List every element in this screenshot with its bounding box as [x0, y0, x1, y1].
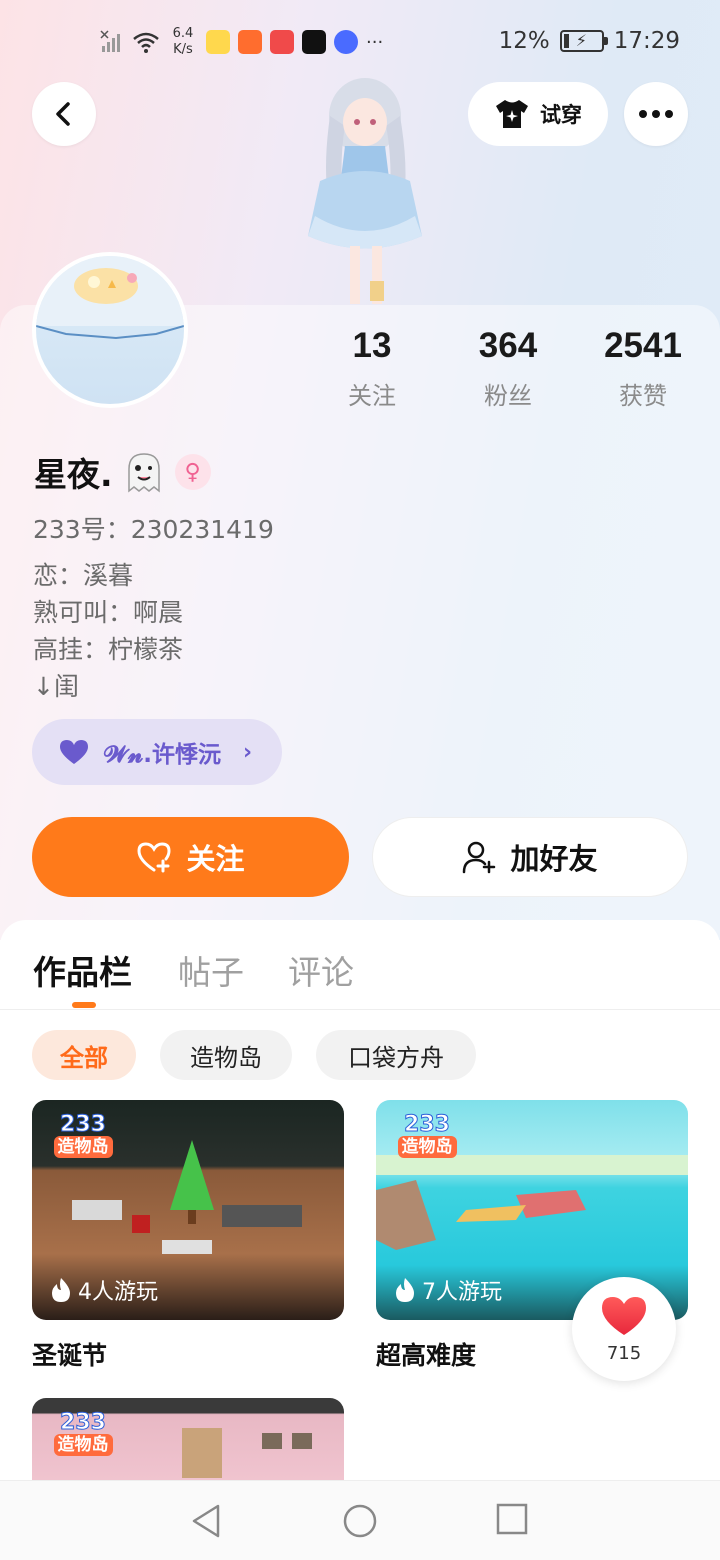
bio-line: 恋：溪暮: [33, 561, 134, 590]
stat-value: 364: [478, 326, 538, 365]
back-nav-icon[interactable]: [190, 1503, 222, 1539]
heart-icon: [60, 740, 88, 764]
follow-label: 关注: [186, 842, 245, 876]
chevron-right-icon: ›: [242, 739, 253, 765]
avatar-image: [36, 256, 184, 340]
weibo-app-icon: [206, 30, 230, 54]
back-button[interactable]: [32, 82, 96, 146]
tshirt-sparkle-icon: [496, 100, 528, 128]
username: 星夜.: [34, 455, 113, 494]
battery-percentage: 12%: [498, 28, 550, 54]
heart-icon: [602, 1296, 646, 1335]
work-card[interactable]: 233 造物岛 4人游玩 圣诞节: [32, 1100, 344, 1372]
try-on-button[interactable]: 试穿: [468, 82, 608, 146]
more-options-button[interactable]: [624, 82, 688, 146]
more-dots-icon: [639, 110, 673, 118]
heart-plus-icon: [137, 842, 171, 873]
more-notifications-indicator: ···: [366, 31, 384, 53]
stat-value: 2541: [604, 326, 682, 365]
try-on-label: 试穿: [540, 103, 582, 127]
add-friend-button[interactable]: 加好友: [372, 817, 688, 897]
creation-island-logo: 233 造物岛: [48, 1411, 118, 1462]
stat-value: 13: [352, 326, 392, 365]
bio-line: 熟可叫：啊晨: [33, 598, 184, 627]
add-user-icon: [463, 841, 496, 874]
like-count: 715: [606, 1342, 642, 1364]
stat-likes[interactable]: 2541 获赞: [573, 326, 713, 411]
filter-pocket-ark[interactable]: 口袋方舟: [316, 1030, 476, 1080]
female-gender-badge: ♀: [174, 454, 211, 490]
bio-line: ↓闺: [33, 672, 79, 701]
signal-icon: [100, 30, 120, 52]
battery-icon: ⚡: [559, 30, 608, 52]
music-app-icon: [334, 30, 358, 54]
app-icon-orange: [238, 30, 262, 54]
user-bio: 恋：溪暮 熟可叫：啊晨 高挂：柠檬茶 ↓闺: [33, 557, 183, 705]
play-count: 4人游玩: [50, 1274, 158, 1306]
flame-icon: [396, 1278, 414, 1302]
tab-posts[interactable]: 帖子: [178, 946, 244, 994]
filter-all[interactable]: 全部: [32, 1030, 136, 1080]
filter-creation-island[interactable]: 造物岛: [160, 1030, 292, 1080]
stat-followers[interactable]: 364 粉丝: [438, 326, 578, 411]
user-avatar[interactable]: [32, 252, 188, 408]
system-navigation-bar: [0, 1480, 720, 1560]
stat-label: 获赞: [619, 382, 667, 410]
home-nav-icon[interactable]: [342, 1503, 378, 1539]
clock: 17:29: [613, 28, 680, 54]
work-card[interactable]: 233 造物岛: [32, 1398, 344, 1480]
tab-works[interactable]: 作品栏: [33, 946, 132, 994]
avatar-3d-figure[interactable]: [290, 76, 440, 306]
follow-button[interactable]: 关注: [32, 817, 349, 897]
work-title: 圣诞节: [32, 1341, 108, 1370]
like-floating-button[interactable]: 715: [572, 1277, 676, 1381]
couple-name: 𝓦𝓷.许悸沅: [104, 742, 221, 768]
creation-island-logo: 233 造物岛: [392, 1113, 462, 1164]
status-bar: 6.4 K/s ··· 12% ⚡ 17:29: [0, 0, 720, 84]
couple-link-tag[interactable]: 𝓦𝓷.许悸沅 ›: [32, 719, 282, 785]
app-icon-red: [270, 30, 294, 54]
work-thumbnail: 233 造物岛 4人游玩: [32, 1100, 344, 1320]
recents-nav-icon[interactable]: [496, 1503, 528, 1535]
flame-icon: [52, 1278, 70, 1302]
app-icon-black: [302, 30, 326, 54]
network-speed: 6.4 K/s: [172, 26, 194, 57]
play-count: 7人游玩: [394, 1274, 502, 1306]
ghost-emoji-icon: [127, 453, 160, 493]
bio-line: 高挂：柠檬茶: [33, 635, 184, 664]
work-thumbnail: 233 造物岛: [32, 1398, 344, 1480]
active-tab-indicator: [72, 1002, 96, 1008]
creation-island-logo: 233 造物岛: [48, 1113, 118, 1164]
tab-comments[interactable]: 评论: [288, 946, 354, 994]
wifi-icon: [133, 32, 159, 53]
stat-following[interactable]: 13 关注: [302, 326, 442, 411]
user-id[interactable]: 233号：230231419: [33, 510, 274, 546]
stat-label: 关注: [348, 382, 396, 410]
add-friend-label: 加好友: [510, 842, 598, 876]
username-row: 星夜. ♀: [34, 448, 211, 496]
content-tabs: 作品栏 帖子 评论: [0, 920, 720, 1010]
stat-label: 粉丝: [484, 382, 532, 410]
chevron-left-icon: [56, 102, 70, 126]
